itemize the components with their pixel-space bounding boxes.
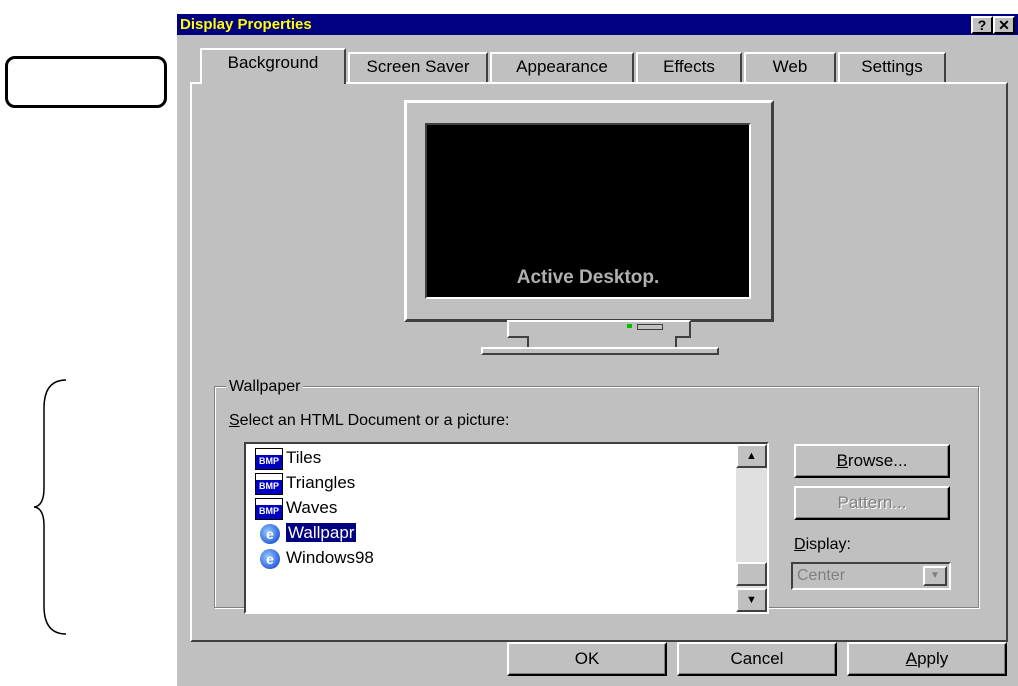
list-item[interactable]: e Windows98	[256, 546, 374, 570]
tab-effects[interactable]: Effects	[636, 52, 742, 82]
scroll-up-arrow-icon[interactable]: ▲	[736, 444, 767, 468]
monitor-preview: Active Desktop.	[404, 100, 774, 322]
display-label: Display:	[794, 536, 851, 553]
tab-web[interactable]: Web	[744, 52, 836, 82]
tab-appearance[interactable]: Appearance	[490, 52, 634, 82]
ie-html-icon: e	[260, 549, 280, 569]
display-label-rest: isplay:	[805, 536, 851, 553]
apply-button[interactable]: Apply	[847, 642, 1007, 676]
window-title: Display Properties	[180, 16, 312, 33]
cancel-button[interactable]: Cancel	[677, 642, 837, 676]
list-item[interactable]: BMP Waves	[255, 496, 337, 520]
list-scrollbar[interactable]: ▲ ▼	[736, 444, 767, 612]
pattern-button[interactable]: Pattern...	[794, 486, 950, 520]
bmp-file-icon: BMP	[255, 473, 283, 495]
monitor-power-led	[627, 324, 632, 328]
wallpaper-listbox[interactable]: BMP Tiles BMP Triangles BMP Waves e Wall…	[244, 442, 769, 614]
browse-button[interactable]: Browse...	[794, 444, 950, 478]
annotation-box	[5, 56, 167, 108]
scroll-down-arrow-icon[interactable]: ▼	[736, 588, 767, 612]
monitor-drive-slot	[637, 324, 663, 330]
wallpaper-group-label: Wallpaper	[226, 378, 304, 396]
display-properties-window: Display Properties ? ✕ Background Screen…	[177, 14, 1018, 686]
preview-screen: Active Desktop.	[425, 123, 751, 299]
ok-button[interactable]: OK	[507, 642, 667, 676]
list-item[interactable]: BMP Triangles	[255, 471, 355, 495]
apply-button-rest: pply	[917, 649, 949, 668]
preview-screen-text: Active Desktop.	[516, 267, 660, 288]
tab-background[interactable]: Background	[200, 48, 346, 84]
help-button[interactable]: ?	[971, 16, 993, 34]
annotation-brace	[33, 379, 67, 635]
close-button[interactable]: ✕	[993, 16, 1015, 34]
list-item-selected[interactable]: e Wallpapr	[256, 521, 357, 545]
scroll-thumb[interactable]	[736, 562, 767, 586]
bmp-file-icon: BMP	[255, 498, 283, 520]
tab-settings[interactable]: Settings	[838, 52, 946, 82]
tab-screen-saver[interactable]: Screen Saver	[348, 52, 488, 82]
bmp-file-icon: BMP	[255, 448, 283, 470]
chevron-down-icon[interactable]: ▼	[923, 566, 947, 586]
monitor-base	[481, 347, 719, 355]
browse-button-rest: rowse...	[847, 451, 908, 470]
list-item[interactable]: BMP Tiles	[255, 446, 321, 470]
select-picture-label: Select an HTML Document or a picture:	[229, 412, 510, 429]
display-mode-dropdown[interactable]: Center ▼	[791, 562, 951, 590]
ie-html-icon: e	[260, 524, 280, 544]
title-bar[interactable]: Display Properties ? ✕	[177, 14, 1018, 35]
display-mode-value: Center	[797, 567, 846, 584]
select-picture-label-rest: elect an HTML Document or a picture:	[239, 412, 510, 429]
